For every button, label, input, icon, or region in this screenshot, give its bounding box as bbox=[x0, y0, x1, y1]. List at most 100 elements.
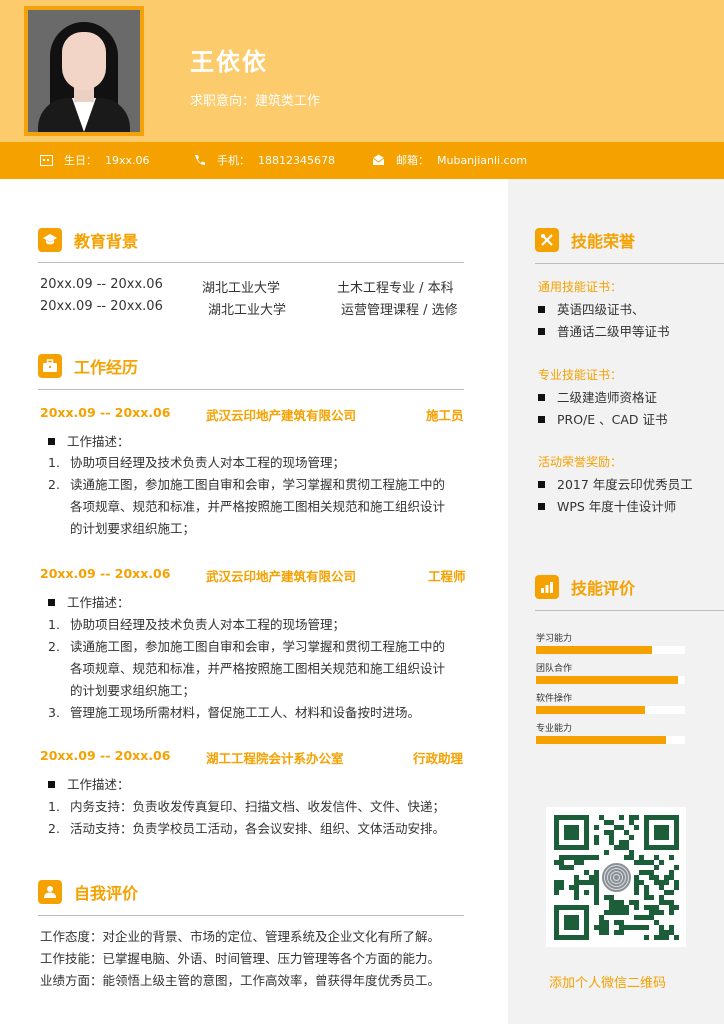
job-item: 2. 读通施工图，参加施工图自审和会审，学习掌握和贯彻工程施工中的 bbox=[48, 477, 446, 492]
tools-icon bbox=[535, 228, 559, 252]
skill-label: 团队合作 bbox=[536, 664, 573, 674]
education-title: 教育背景 bbox=[74, 232, 139, 251]
skill-bar-fill bbox=[536, 736, 666, 744]
desc-label-text: 工作描述： bbox=[67, 595, 130, 610]
job-desc-label: 工作描述： bbox=[48, 774, 130, 795]
honor-item: 普通话二级甲等证书 bbox=[538, 321, 670, 340]
contact-bar: 生日： 19xx.06 手机： 18812345678 邮箱： Mubanjia… bbox=[0, 142, 724, 179]
job-item: 1. 协助项目经理及技术负责人对本工程的现场管理； bbox=[48, 617, 346, 632]
job-item-cont: 各项规章、规范和标准，并严格按照施工图相关规范和施工组织设计 bbox=[70, 661, 446, 676]
birthday-value: 19xx.06 bbox=[105, 153, 150, 167]
email-value[interactable]: Mubanjianli.com bbox=[437, 154, 527, 167]
honor-item-text: 2017 年度云印优秀员工 bbox=[557, 477, 693, 492]
education-heading: 教育背景 bbox=[38, 228, 138, 252]
job-item-cont: 的计划要求组织施工； bbox=[70, 683, 196, 698]
honor-group-label: 活动荣誉奖励： bbox=[538, 455, 623, 469]
skills-heading: 技能评价 bbox=[535, 575, 635, 599]
job-company: 武汉云印地产建筑有限公司 bbox=[206, 569, 357, 584]
job-desc-label: 工作描述： bbox=[48, 592, 130, 613]
skill-bar-track bbox=[536, 676, 685, 684]
job-item-text: 读通施工图，参加施工图自审和会审，学习掌握和贯彻工程施工中的 bbox=[70, 639, 446, 654]
work-title: 工作经历 bbox=[74, 358, 139, 377]
honor-group-label: 专业技能证书： bbox=[538, 368, 623, 382]
job-role: 行政助理 bbox=[413, 751, 464, 766]
edu-school-1: 湖北工业大学 bbox=[202, 281, 281, 296]
mail-icon bbox=[372, 154, 386, 166]
email-item: 邮箱： Mubanjianli.com bbox=[372, 152, 527, 168]
honor-item-text: 二级建造师资格证 bbox=[557, 390, 658, 405]
honor-item: 英语四级证书、 bbox=[538, 299, 645, 318]
job-item-text: 活动支持：负责学校员工活动，各会议安排、组织、文体活动安排。 bbox=[70, 821, 446, 836]
briefcase-icon bbox=[38, 354, 62, 378]
work-heading: 工作经历 bbox=[38, 354, 138, 378]
bullet-square-icon bbox=[48, 599, 55, 606]
honor-item-text: 普通话二级甲等证书 bbox=[557, 324, 670, 339]
email-label: 邮箱： bbox=[396, 154, 429, 167]
skill-label: 软件操作 bbox=[536, 694, 573, 704]
job-item-cont: 的计划要求组织施工； bbox=[70, 521, 196, 536]
job-item: 2. 读通施工图，参加施工图自审和会审，学习掌握和贯彻工程施工中的 bbox=[48, 639, 446, 654]
edu-school-2: 湖北工业大学 bbox=[208, 303, 287, 318]
divider bbox=[38, 389, 464, 390]
job-company: 武汉云印地产建筑有限公司 bbox=[206, 408, 357, 423]
honor-group-label: 通用技能证书： bbox=[538, 280, 623, 294]
edu-date-1: 20xx.09 -- 20xx.06 bbox=[40, 277, 163, 292]
bullet-square-icon bbox=[538, 416, 545, 423]
edu-date-2: 20xx.09 -- 20xx.06 bbox=[40, 299, 163, 314]
honors-title: 技能荣誉 bbox=[571, 232, 636, 251]
profile-photo-frame bbox=[24, 6, 144, 136]
bullet-square-icon bbox=[538, 503, 545, 510]
honor-item-text: 英语四级证书、 bbox=[557, 302, 645, 317]
birthday-label: 生日： bbox=[64, 154, 97, 167]
bullet-square-icon bbox=[538, 328, 545, 335]
self-eval-line: 工作态度：对企业的背景、市场的定位、管理系统及企业文化有所了解。 bbox=[40, 929, 441, 944]
job-item-text: 协助项目经理及技术负责人对本工程的现场管理； bbox=[70, 617, 346, 632]
desc-label-text: 工作描述： bbox=[67, 777, 130, 792]
bar-chart-icon bbox=[535, 575, 559, 599]
job-role: 工程师 bbox=[428, 569, 466, 584]
skill-label: 专业能力 bbox=[536, 724, 573, 734]
birthday-item: 生日： 19xx.06 bbox=[40, 152, 150, 168]
job-company: 湖工工程院会计系办公室 bbox=[206, 751, 344, 766]
self-eval-line: 业绩方面：能领悟上级主管的意图，工作高效率，曾获得年度优秀员工。 bbox=[40, 973, 441, 988]
honor-item-text: PRO/E 、CAD 证书 bbox=[557, 412, 668, 427]
self-eval-line: 工作技能：已掌握电脑、外语、时间管理、压力管理等各个方面的能力。 bbox=[40, 951, 441, 966]
job-item-text: 读通施工图，参加施工图自审和会审，学习掌握和贯彻工程施工中的 bbox=[70, 477, 446, 492]
honor-item: PRO/E 、CAD 证书 bbox=[538, 409, 668, 428]
skill-bar-track bbox=[536, 706, 685, 714]
person-icon bbox=[38, 880, 62, 904]
edu-major-2: 运营管理课程 / 选修 bbox=[341, 303, 458, 318]
phone-label: 手机： bbox=[217, 154, 250, 167]
bullet-square-icon bbox=[538, 306, 545, 313]
job-item: 1. 内务支持：负责收发传真复印、扫描文档、收发信件、文件、快递； bbox=[48, 799, 446, 814]
job-item: 1. 协助项目经理及技术负责人对本工程的现场管理； bbox=[48, 455, 346, 470]
desc-label-text: 工作描述： bbox=[67, 434, 130, 449]
skill-bar-track bbox=[536, 646, 685, 654]
honor-item: 2017 年度云印优秀员工 bbox=[538, 474, 693, 493]
honor-item-text: WPS 年度十佳设计师 bbox=[557, 499, 677, 514]
honor-item: 二级建造师资格证 bbox=[538, 387, 657, 406]
divider bbox=[38, 262, 464, 263]
phone-icon bbox=[193, 154, 207, 166]
job-item: 3. 管理施工现场所需材料，督促施工工人、材料和设备按时进场。 bbox=[48, 705, 421, 720]
skill-bar-fill bbox=[536, 646, 653, 654]
wechat-qr-code bbox=[546, 807, 686, 947]
job-item-text: 内务支持：负责收发传真复印、扫描文档、收发信件、文件、快递； bbox=[70, 799, 446, 814]
job-desc-label: 工作描述： bbox=[48, 431, 130, 452]
job-date: 20xx.09 -- 20xx.06 bbox=[40, 748, 171, 763]
self-eval-heading: 自我评价 bbox=[38, 880, 138, 904]
bullet-square-icon bbox=[538, 394, 545, 401]
job-date: 20xx.09 -- 20xx.06 bbox=[40, 566, 171, 581]
self-eval-title: 自我评价 bbox=[74, 884, 139, 903]
bullet-square-icon bbox=[48, 781, 55, 788]
divider bbox=[38, 915, 464, 916]
edu-major-1: 土木工程专业 / 本科 bbox=[337, 281, 454, 296]
phone-value: 18812345678 bbox=[258, 153, 335, 167]
job-item: 2. 活动支持：负责学校员工活动，各会议安排、组织、文体活动安排。 bbox=[48, 821, 446, 836]
graduation-cap-icon bbox=[38, 228, 62, 252]
bullet-square-icon bbox=[48, 438, 55, 445]
skill-bar-track bbox=[536, 736, 685, 744]
phone-item: 手机： 18812345678 bbox=[193, 152, 335, 168]
header-banner: 王依依 求职意向：建筑类工作 bbox=[0, 0, 724, 142]
skill-label: 学习能力 bbox=[536, 634, 573, 644]
